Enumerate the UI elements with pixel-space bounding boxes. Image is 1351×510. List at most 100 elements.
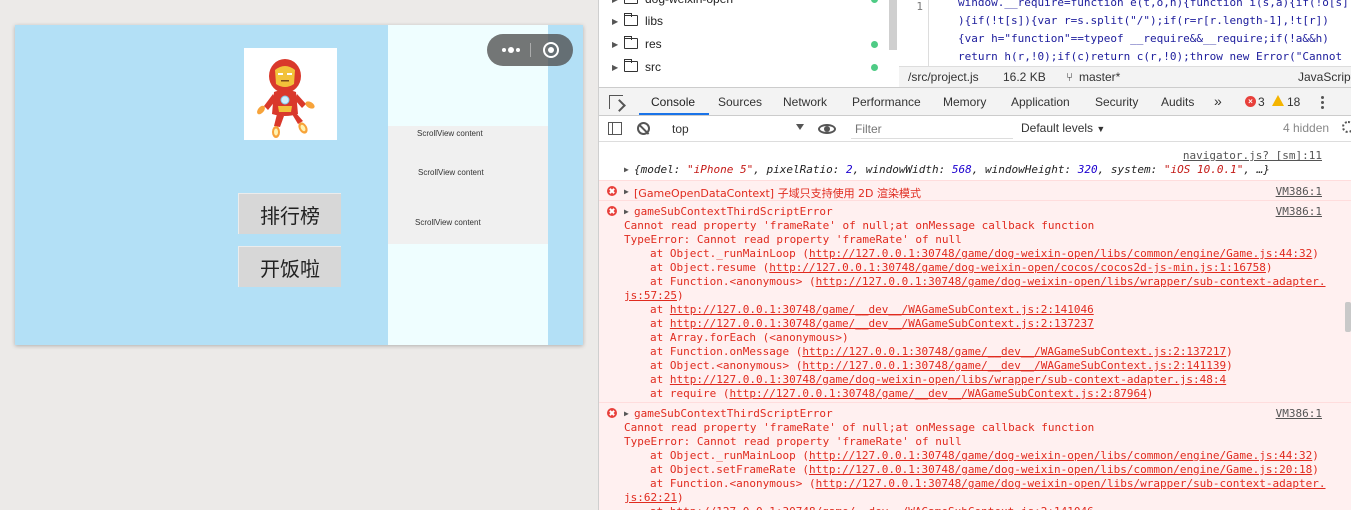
stack-frame-link[interactable]: js:57:25 — [624, 289, 677, 302]
active-tab-indicator — [639, 113, 709, 115]
status-language: JavaScript — [1298, 70, 1351, 84]
tab-network[interactable]: Network — [783, 95, 827, 109]
show-sidebar-icon[interactable] — [608, 122, 622, 135]
tree-item-label: res — [645, 37, 662, 51]
filter-input[interactable] — [851, 119, 1013, 139]
game-canvas[interactable]: 排行榜 开饭啦 ScrollView content ScrollView co… — [15, 25, 583, 345]
stack-frame-link[interactable]: http://127.0.0.1:30748/game/__dev__/WAGa… — [670, 317, 1094, 330]
stack-frame-link[interactable]: http://127.0.0.1:30748/game/__dev__/WAGa… — [802, 359, 1226, 372]
stack-frame-text: at Object.<anonymous> ( — [650, 359, 803, 372]
rank-button[interactable]: 排行榜 — [238, 193, 341, 234]
expand-arrow-icon: ▶ — [612, 62, 619, 72]
stack-frame: at Function.<anonymous> (http://127.0.0.… — [650, 275, 1326, 288]
caret-down-icon: ▼ — [1096, 124, 1106, 134]
capsule-divider — [530, 43, 531, 57]
stack-frame-link[interactable]: http://127.0.0.1:30748/game/__dev__/WAGa… — [670, 303, 1094, 316]
expand-arrow-icon[interactable]: ▶ — [624, 409, 629, 418]
mini-program-capsule — [487, 34, 573, 66]
stack-frame-link[interactable]: http://127.0.0.1:30748/game/dog-weixin-o… — [816, 477, 1326, 490]
eat-button[interactable]: 开饭啦 — [238, 246, 341, 287]
error-count-icon[interactable]: × — [1245, 96, 1256, 107]
source-link[interactable]: VM386:1 — [1276, 407, 1322, 420]
stack-frame-link[interactable]: http://127.0.0.1:30748/game/dog-weixin-o… — [809, 463, 1312, 476]
tree-scrollbar[interactable] — [889, 0, 897, 50]
tab-memory[interactable]: Memory — [943, 95, 986, 109]
scroll-view[interactable]: ScrollView content ScrollView content Sc… — [388, 126, 548, 244]
error-text: [GameOpenDataContext] 子域只支持使用 2D 渲染模式 — [634, 187, 922, 200]
tab-audits[interactable]: Audits — [1161, 95, 1194, 109]
tree-item-libs[interactable]: ▶ libs — [599, 10, 899, 32]
console-settings-gear-icon[interactable] — [1342, 121, 1351, 133]
stack-frame-text: ) — [1312, 449, 1319, 462]
close-miniprogram-icon[interactable] — [543, 42, 559, 58]
error-line: Cannot read property 'frameRate' of null… — [624, 421, 1095, 434]
source-link[interactable]: navigator.js? [sm]:11 — [1183, 149, 1322, 162]
status-dot-icon — [871, 41, 878, 48]
tab-performance[interactable]: Performance — [852, 95, 921, 109]
stack-frame-text: at Object._runMainLoop ( — [650, 449, 809, 462]
context-selector[interactable]: top — [664, 120, 806, 138]
stack-frame-link[interactable]: http://127.0.0.1:30748/game/__dev__/WAGa… — [729, 387, 1146, 400]
warning-count-icon[interactable] — [1272, 95, 1284, 106]
stack-frame: at Object.resume (http://127.0.0.1:30748… — [650, 261, 1273, 274]
stack-frame-link[interactable]: http://127.0.0.1:30748/game/dog-weixin-o… — [809, 247, 1312, 260]
stack-frame-link[interactable]: http://127.0.0.1:30748/game/__dev__/WAGa… — [670, 505, 1094, 510]
stack-frame-text: at Function.<anonymous> ( — [650, 275, 816, 288]
more-tabs-button[interactable]: » — [1214, 93, 1222, 109]
live-expression-eye-icon[interactable] — [818, 124, 836, 134]
expand-arrow-icon: ▶ — [612, 0, 618, 4]
tab-security[interactable]: Security — [1095, 95, 1138, 109]
tab-console[interactable]: Console — [651, 95, 695, 109]
code-line: return h(r,!0);if(c)return c(r,!0);throw… — [958, 50, 1343, 63]
tab-application[interactable]: Application — [1011, 95, 1070, 109]
tree-item-src[interactable]: ▶ src — [599, 56, 899, 78]
app-root: 排行榜 开饭啦 ScrollView content ScrollView co… — [0, 0, 1351, 510]
console-error-message: ▶ [GameOpenDataContext] 子域只支持使用 2D 渲染模式 … — [599, 180, 1351, 200]
log-levels-label: Default levels — [1021, 121, 1094, 135]
error-line: TypeError: Cannot read property 'frameRa… — [624, 233, 962, 246]
error-title: gameSubContextThirdScriptError — [634, 407, 833, 420]
expand-arrow-icon[interactable]: ▶ — [624, 165, 629, 174]
stack-frame: at Object.setFrameRate (http://127.0.0.1… — [650, 463, 1319, 476]
error-count[interactable]: 3 — [1258, 95, 1265, 109]
more-menu-icon[interactable] — [496, 41, 526, 59]
code-editor[interactable]: 1 window.__require=function e(t,o,n){fun… — [899, 0, 1351, 66]
stack-frame-link[interactable]: http://127.0.0.1:30748/game/__dev__/WAGa… — [802, 345, 1226, 358]
stack-frame-link[interactable]: http://127.0.0.1:30748/game/dog-weixin-o… — [769, 261, 1266, 274]
tree-item-label: libs — [645, 14, 664, 28]
expand-arrow-icon: ▶ — [612, 16, 619, 26]
stack-frame-text: ) — [676, 491, 684, 504]
tree-item-res[interactable]: ▶ res — [599, 33, 899, 55]
stack-frame: at Object._runMainLoop (http://127.0.0.1… — [650, 247, 1319, 260]
stack-frame-text: ) — [676, 289, 684, 302]
console-output[interactable]: navigator.js? [sm]:11 ▶ {model: "iPhone … — [599, 142, 1351, 510]
stack-frame-text: at Function.<anonymous> ( — [650, 477, 816, 490]
object-preview[interactable]: {model: "iPhone 5", pixelRatio: 2, windo… — [634, 163, 1270, 176]
error-icon — [607, 186, 617, 196]
stack-frame: js:62:21) — [624, 491, 684, 504]
expand-arrow-icon[interactable]: ▶ — [624, 187, 629, 196]
inspect-element-icon[interactable] — [609, 95, 623, 109]
stack-frame: at Object.<anonymous> (http://127.0.0.1:… — [650, 359, 1233, 372]
line-number-gutter: 1 — [899, 0, 929, 66]
source-link[interactable]: VM386:1 — [1276, 205, 1322, 218]
stack-frame-text: at require ( — [650, 387, 730, 400]
devtools-menu-icon[interactable] — [1321, 96, 1324, 99]
source-link[interactable]: VM386:1 — [1276, 185, 1322, 198]
stack-frame-link[interactable]: js:62:21 — [624, 491, 677, 504]
tab-sources[interactable]: Sources — [718, 95, 762, 109]
stack-frame-link[interactable]: http://127.0.0.1:30748/game/dog-weixin-o… — [670, 373, 1226, 386]
expand-arrow-icon[interactable]: ▶ — [624, 207, 629, 216]
tree-item-label: dog-weixin-open — [645, 0, 733, 6]
stack-frame-text: ) — [1146, 387, 1154, 400]
stack-frame-link[interactable]: http://127.0.0.1:30748/game/dog-weixin-o… — [809, 449, 1312, 462]
stack-frame-link[interactable]: http://127.0.0.1:30748/game/dog-weixin-o… — [816, 275, 1326, 288]
stack-frame-text: ) — [1226, 345, 1233, 358]
folder-icon — [624, 59, 638, 72]
log-levels-dropdown[interactable]: Default levels ▼ — [1021, 121, 1105, 135]
tree-item-dog-weixin-open[interactable]: ▶ dog-weixin-open — [599, 0, 899, 10]
clear-console-icon[interactable] — [637, 122, 650, 135]
console-scrollbar[interactable] — [1345, 302, 1351, 332]
warning-count[interactable]: 18 — [1287, 95, 1300, 109]
line-number: 1 — [916, 0, 923, 13]
